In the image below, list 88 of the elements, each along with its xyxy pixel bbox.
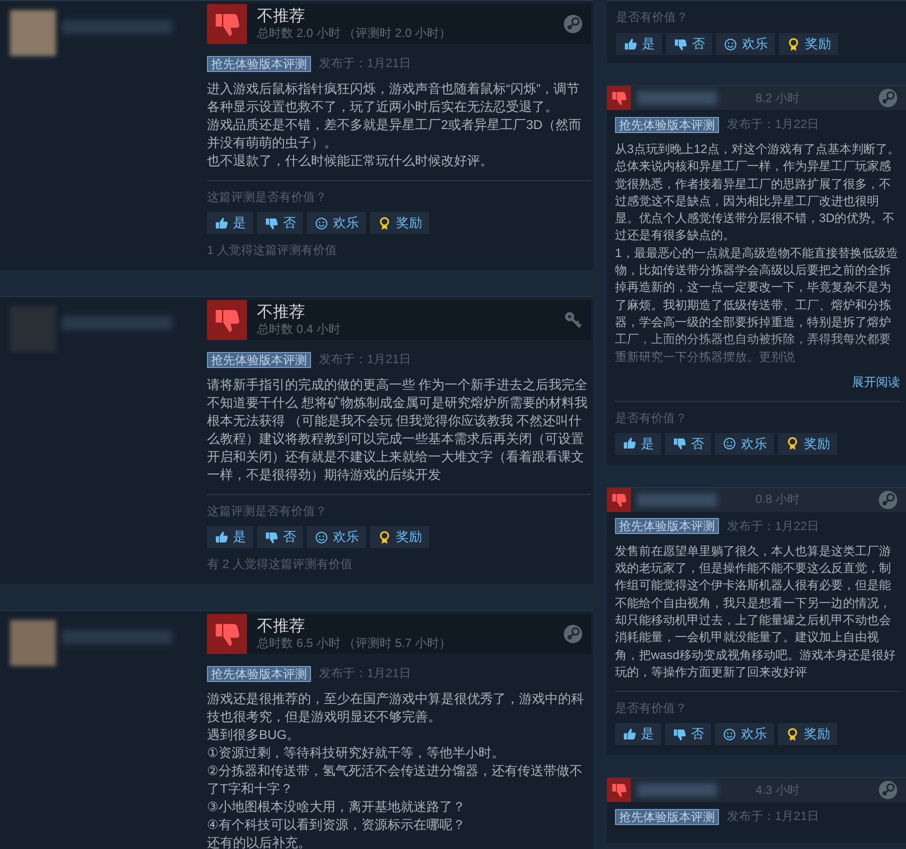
posted-date: 发布于：1月22日 [727, 518, 820, 535]
award-icon [785, 436, 800, 452]
key-icon [563, 310, 583, 330]
helpful-question: 是否有价值？ [615, 410, 688, 426]
smiley-icon [314, 216, 329, 230]
award-icon [785, 726, 800, 742]
thumb-up-icon [622, 436, 637, 452]
yes-button[interactable]: 是 [207, 526, 253, 548]
review-tag: 抢先体验版本评测 [207, 352, 311, 368]
review-tag: 抢先体验版本评测 [615, 518, 719, 534]
verdict-title: 不推荐 [257, 7, 306, 26]
award-icon [377, 216, 392, 230]
helpful-question: 这篇评测是否有价值？ [207, 189, 328, 205]
thumb-up-icon [214, 530, 229, 544]
review-tag: 抢先体验版本评测 [615, 116, 719, 132]
award-button[interactable]: 奖励 [779, 33, 838, 55]
steam-icon [563, 14, 583, 34]
steam-icon [563, 624, 583, 644]
helpful-count: 有 2 人觉得这篇评测有价值 [207, 556, 354, 572]
thumb-up-icon [214, 216, 229, 230]
review-tag: 抢先体验版本评测 [615, 808, 719, 825]
award-button[interactable]: 奖励 [778, 432, 837, 455]
review-text: ①资源过剩，等待科技研究好就干等，等他半小时。 [207, 744, 506, 762]
funny-button[interactable]: 欢乐 [716, 33, 775, 55]
review-text: 从3点玩到晚上12点，对这个游戏有了点基本判断了。总体来说内核和异星工厂一样，作为异星工厂玩家感觉很熟悉，作者接着异星工厂的思路扩展了很多，不过感觉这不是缺点，因为相比异星工厂改进也很明显。优点个人感觉传送带分层很不错，3D的优势。不过还是有很多缺点的。 [615, 141, 900, 244]
no-button[interactable]: 否 [666, 33, 712, 55]
award-icon [786, 36, 801, 52]
review-text: 游戏还是很推荐的，至少在国产游戏中算是很优秀了，游戏中的科技也很考究，但是游戏明显还不够完善。 [207, 690, 585, 726]
helpful-question: 是否有价值？ [615, 700, 688, 716]
playtime: 4.3 小时 [754, 782, 800, 799]
helpful-question: 这篇评测是否有价值？ [207, 503, 328, 519]
playtime: 总时数 2.0 小时 （评测时 2.0 小时） [257, 26, 452, 41]
funny-button[interactable]: 欢乐 [307, 212, 366, 234]
playtime: 0.8 小时 [754, 491, 800, 508]
thumb-down-icon [264, 216, 279, 230]
review-text: 遇到很多BUG。 [207, 726, 301, 744]
review-tag: 抢先体验版本评测 [207, 56, 311, 72]
no-button[interactable]: 否 [665, 432, 711, 455]
helpful-question: 是否有价值？ [616, 9, 689, 25]
thumb-down-icon [673, 36, 688, 52]
yes-button[interactable]: 是 [207, 212, 253, 234]
review-text: ③小地图根本没啥大用，离开基地就迷路了？ [207, 798, 466, 816]
review-text: 1，最最恶心的一点就是高级造物不能直接替换低级造物，比如传送带分拣器学会高级以后要把之前的全拆掉再造新的，这一点一定要改一下，毕竟复杂不是为了麻烦。我初期造了低级传送带、工厂、熔炉和分拣器，学会高一级的全部要拆掉重造，特别是拆了熔炉工厂，上面的分拣器也自动被拆除，弄得我每次都要重新研究一下分拣器摆放。更别说 [615, 244, 899, 366]
review-tag: 抢先体验版本评测 [207, 666, 311, 682]
verdict-title: 不推荐 [257, 617, 306, 636]
verdict-title: 不推荐 [257, 303, 306, 322]
posted-date: 发布于：1月21日 [319, 55, 412, 72]
helpful-count: 1 人觉得这篇评测有价值 [207, 242, 338, 258]
avatar [10, 620, 56, 666]
funny-button[interactable]: 欢乐 [307, 526, 366, 548]
yes-button[interactable]: 是 [616, 33, 662, 55]
review-text: 也不退款了，什么时候能正常玩什么时候改好评。 [207, 152, 494, 170]
smiley-icon [722, 726, 737, 742]
smiley-icon [723, 36, 738, 52]
posted-date: 发布于：1月21日 [319, 351, 412, 368]
yes-button[interactable]: 是 [615, 432, 661, 455]
review-text: ②分拣器和传送带，氢气死活不会传送进分馏器，还有传送带做不了T字和十字？ [207, 762, 584, 798]
review-text: ④有个科技可以看到资源，资源标示在哪呢？ [207, 816, 466, 834]
award-button[interactable]: 奖励 [370, 212, 429, 234]
review-text: 发售前在愿望单里躺了很久，本人也算是这类工厂游戏的老玩家了，但是操作能不能不要这么反直觉，制作组可能觉得这个伊卡洛斯机器人很有必要，但是能不能给个自由视角，我只是想看一下另一边的情况，却只能移动机甲过去，上了能量罐之后机甲不动也会消耗能量，一会机甲就没能量了。建议加上自由视角，把wasd移动变成视角移动吧。游戏本身还是很好玩的，等操作方面更新了回来改好评 [615, 542, 896, 681]
thumb-up-icon [623, 36, 638, 52]
no-button[interactable]: 否 [257, 526, 303, 548]
review-text: 请将新手指引的完成的做的更高一些 作为一个新手进去之后我完全不知道要干什么 想将矿物炼制成金属可是研究熔炉所需要的材料我根本无法获得 （可能是我不会玩 但我觉得你应该教我 不然还叫什么教程）建议将教程教到可以完成一些基本需求后再关闭（可设置开启和关闭）还有就是不建议上来就给一大堆文字（看着跟看课文一样，不是很得劲）期待游戏的后续开发 [207, 376, 589, 484]
review-text: 还有的以后补充。 [207, 834, 312, 849]
award-button[interactable]: 奖励 [778, 723, 837, 746]
thumb-down-icon [672, 726, 687, 742]
funny-button[interactable]: 欢乐 [715, 723, 774, 746]
funny-button[interactable]: 欢乐 [715, 432, 774, 455]
avatar [10, 10, 56, 56]
playtime: 8.2 小时 [754, 90, 800, 106]
posted-date: 发布于：1月21日 [319, 665, 412, 682]
review-text: 游戏品质还是不错，差不多就是异星工厂2或者异星工厂3D（然而并没有萌萌的虫子）。 [207, 116, 582, 152]
review-text: 进入游戏后鼠标指针疯狂闪烁，游戏声音也随着鼠标“闪烁”，调节各种显示设置也救不了，玩了近两小时后实在无法忍受退了。 [207, 80, 581, 116]
yes-button[interactable]: 是 [615, 723, 661, 746]
award-icon [377, 530, 392, 544]
read-more-link[interactable]: 展开阅读 [615, 374, 900, 391]
award-button[interactable]: 奖励 [370, 526, 429, 548]
smiley-icon [722, 436, 737, 452]
playtime: 总时数 6.5 小时 （评测时 5.7 小时） [257, 636, 452, 651]
posted-date: 发布于：1月22日 [727, 116, 820, 133]
posted-date: 发布于：1月21日 [727, 808, 820, 826]
thumb-up-icon [622, 726, 637, 742]
smiley-icon [314, 530, 329, 544]
no-button[interactable]: 否 [257, 212, 303, 234]
playtime: 总时数 0.4 小时 [257, 322, 342, 337]
thumb-down-icon [672, 436, 687, 452]
no-button[interactable]: 否 [665, 723, 711, 746]
thumb-down-icon [264, 530, 279, 544]
